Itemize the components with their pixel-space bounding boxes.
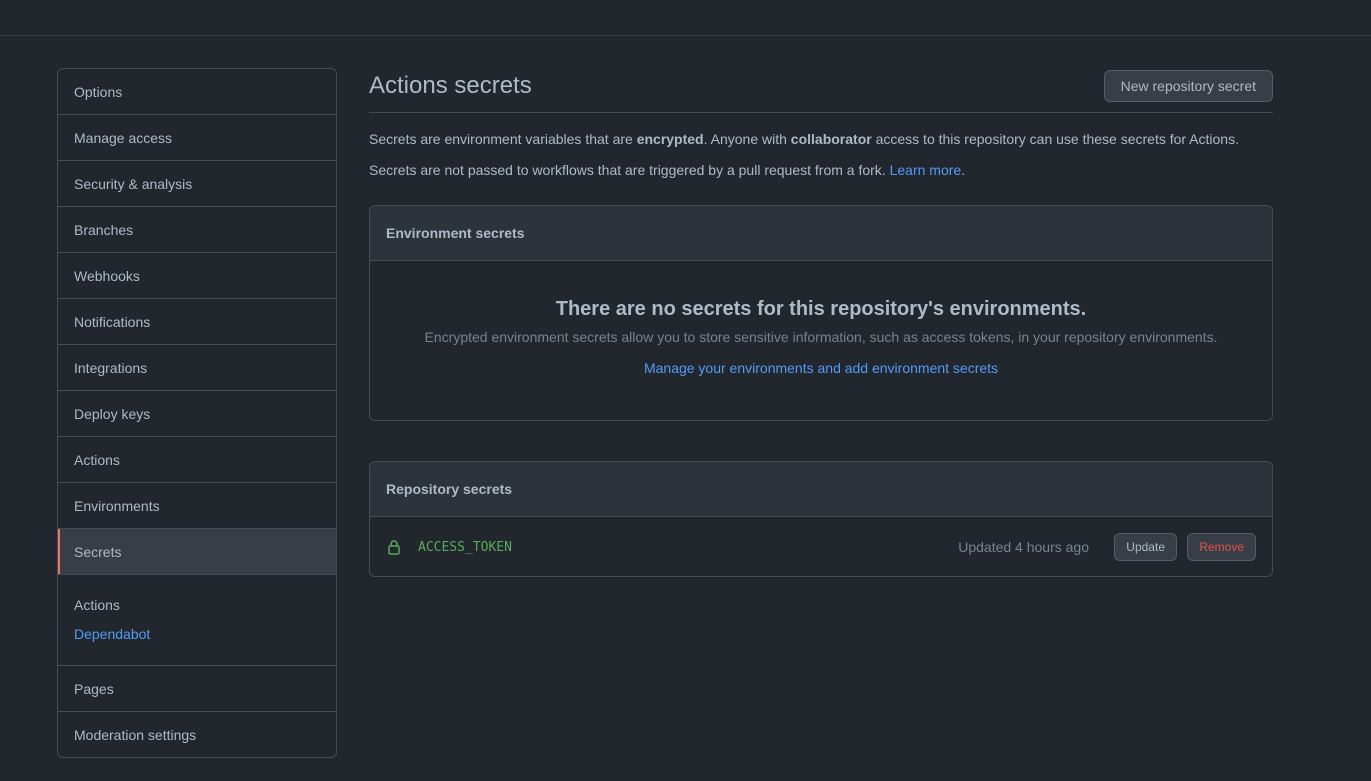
sidebar-item-label: Notifications [74, 313, 151, 330]
secret-name: ACCESS_TOKEN [418, 539, 512, 555]
blankslate-description: Encrypted environment secrets allow you … [424, 329, 1218, 345]
sidebar-item-manage-access[interactable]: Manage access [58, 114, 336, 160]
sidebar-item-environments[interactable]: Environments [58, 482, 336, 528]
desc-text: access to this repository can use these … [871, 131, 1239, 147]
new-repository-secret-button[interactable]: New repository secret [1103, 70, 1273, 102]
sidebar-item-integrations[interactable]: Integrations [58, 344, 336, 390]
settings-sidebar: Options Manage access Security & analysi… [57, 68, 337, 758]
sidebar-item-label: Integrations [74, 359, 148, 376]
environment-secrets-blankslate: There are no secrets for this repository… [370, 261, 1272, 378]
remove-secret-button[interactable]: Remove [1187, 533, 1256, 561]
environment-secrets-header: Environment secrets [370, 206, 1272, 261]
secret-row: ACCESS_TOKEN Updated 4 hours ago Update … [370, 517, 1272, 576]
environment-secrets-box: Environment secrets There are no secrets… [369, 205, 1273, 421]
sidebar-item-label: Webhooks [74, 267, 140, 284]
sidebar-item-label: Deploy keys [74, 405, 151, 422]
fork-notice: Secrets are not passed to workflows that… [369, 160, 965, 180]
repository-secrets-box: Repository secrets ACCESS_TOKEN Updated … [369, 461, 1273, 577]
manage-environments-link[interactable]: Manage your environments and add environ… [644, 358, 998, 378]
fork-notice-text: Secrets are not passed to workflows that… [369, 162, 890, 178]
update-secret-button[interactable]: Update [1114, 533, 1177, 561]
sidebar-item-security-analysis[interactable]: Security & analysis [58, 160, 336, 206]
subnav-item-dependabot[interactable]: Dependabot [74, 626, 320, 642]
sidebar-item-secrets[interactable]: Secrets [58, 528, 336, 574]
sidebar-item-actions[interactable]: Actions [58, 436, 336, 482]
page-title: Actions secrets [369, 72, 532, 99]
sidebar-item-branches[interactable]: Branches [58, 206, 336, 252]
desc-bold-collaborator: collaborator [790, 131, 872, 147]
fork-notice-end: . [961, 162, 966, 178]
sidebar-item-label: Branches [74, 221, 134, 238]
sidebar-item-moderation-settings[interactable]: Moderation settings [58, 711, 336, 757]
sidebar-item-label: Pages [74, 680, 114, 697]
subnav-item-actions[interactable]: Actions [74, 597, 320, 617]
secret-updated-time: Updated 4 hours ago [958, 539, 1089, 555]
page-header: Actions secrets New repository secret [369, 68, 1273, 113]
sidebar-item-options[interactable]: Options [58, 69, 336, 114]
main-content: Actions secrets New repository secret Se… [369, 68, 1273, 577]
sidebar-item-label: Actions [74, 451, 120, 468]
sidebar-item-webhooks[interactable]: Webhooks [58, 252, 336, 298]
sidebar-item-pages[interactable]: Pages [58, 665, 336, 711]
sidebar-item-notifications[interactable]: Notifications [58, 298, 336, 344]
sidebar-item-label: Moderation settings [74, 726, 197, 743]
desc-bold-encrypted: encrypted [636, 131, 704, 147]
secrets-subnav: Actions Dependabot [58, 574, 336, 665]
lock-icon [386, 539, 402, 555]
sidebar-item-label: Manage access [74, 129, 173, 146]
learn-more-link[interactable]: Learn more [890, 162, 962, 178]
sidebar-item-label: Security & analysis [74, 175, 193, 192]
secrets-description: Secrets are environment variables that a… [369, 129, 1239, 149]
desc-text: . Anyone with [703, 131, 791, 147]
sidebar-item-label: Options [74, 83, 123, 100]
sidebar-item-deploy-keys[interactable]: Deploy keys [58, 390, 336, 436]
sidebar-item-label: Environments [74, 497, 160, 514]
desc-text: Secrets are environment variables that a… [369, 131, 637, 147]
blankslate-title: There are no secrets for this repository… [555, 298, 1087, 320]
repository-secrets-header: Repository secrets [370, 462, 1272, 517]
sidebar-item-label: Secrets [74, 543, 122, 560]
top-bar [0, 0, 1371, 36]
